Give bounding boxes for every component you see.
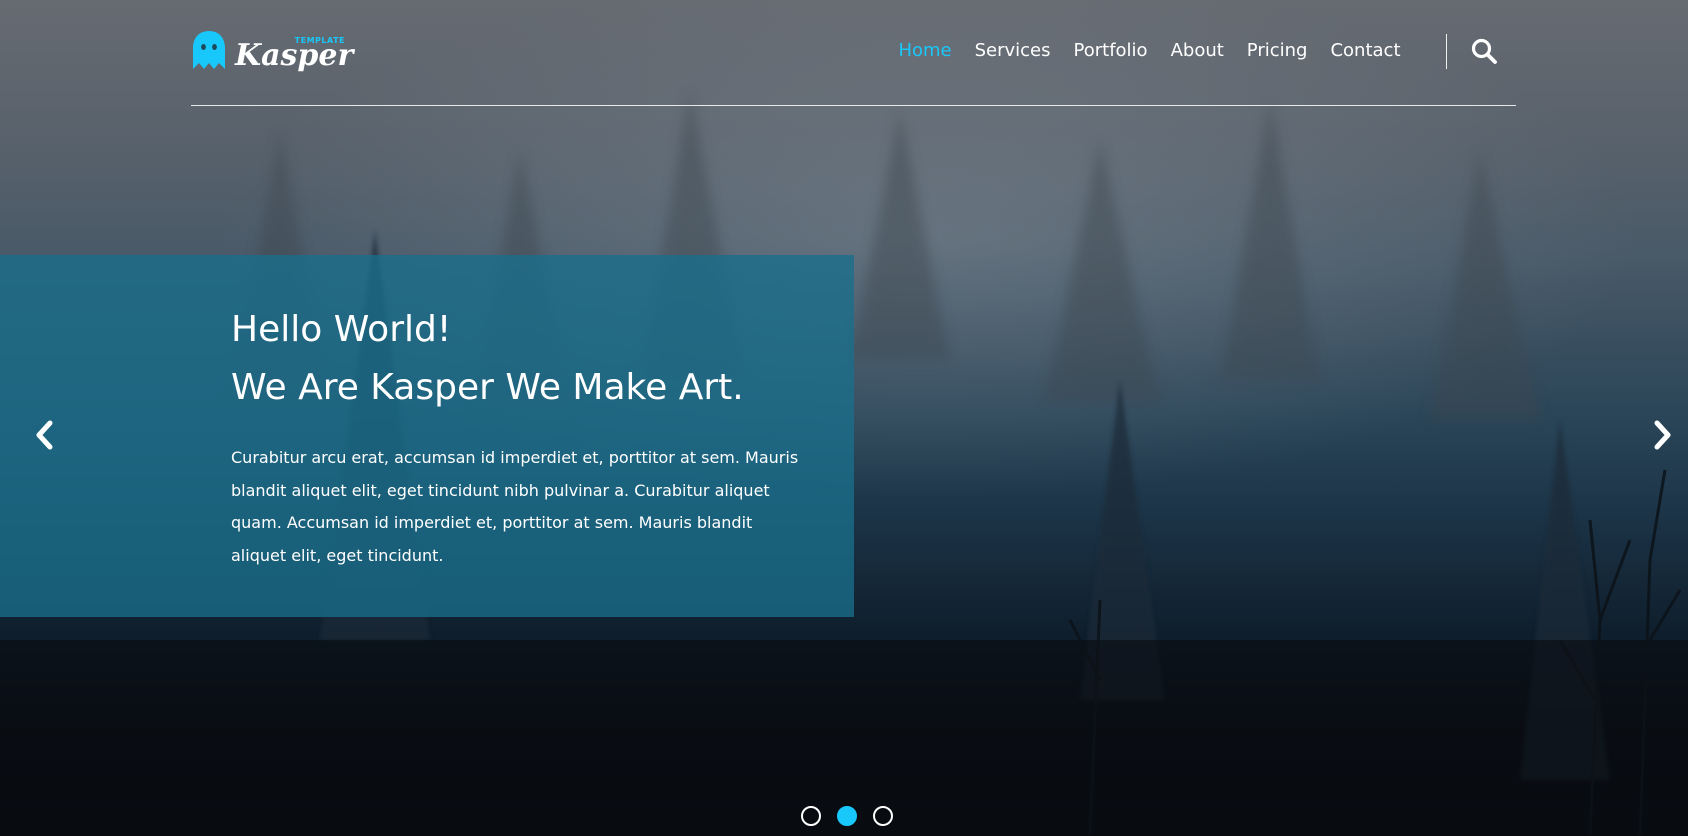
main-nav: Home Services Portfolio About Pricing Co…: [887, 38, 1412, 64]
nav-item-pricing[interactable]: Pricing: [1235, 38, 1319, 64]
slide-description: Curabitur arcu erat, accumsan id imperdi…: [231, 448, 799, 565]
nav-item-about[interactable]: About: [1159, 38, 1235, 64]
nav-item-contact[interactable]: Contact: [1319, 38, 1412, 64]
nav-item-services[interactable]: Services: [963, 38, 1062, 64]
logo[interactable]: TEMPLATE Kasper: [191, 26, 353, 74]
nav-divider: [1446, 34, 1447, 69]
nav-item-portfolio[interactable]: Portfolio: [1062, 38, 1159, 64]
logo-text: TEMPLATE Kasper: [235, 26, 353, 74]
chevron-right-icon[interactable]: [1647, 418, 1677, 452]
slider-dots: [801, 806, 893, 826]
slide-title: Hello World!: [231, 309, 452, 350]
search-icon[interactable]: [1469, 36, 1499, 66]
nav-item-home[interactable]: Home: [887, 38, 963, 64]
site-header: TEMPLATE Kasper Home Services Portfolio …: [191, 0, 1516, 106]
slider-dot-1[interactable]: [801, 806, 821, 826]
ghost-icon: [193, 31, 225, 69]
slide-subtitle: We Are Kasper We Make Art.: [231, 367, 744, 408]
slider-dot-3[interactable]: [873, 806, 893, 826]
chevron-left-icon[interactable]: [30, 418, 60, 452]
logo-name: Kasper: [235, 38, 354, 73]
hero-section: TEMPLATE Kasper Home Services Portfolio …: [0, 0, 1688, 836]
slider-dot-2[interactable]: [837, 806, 857, 826]
